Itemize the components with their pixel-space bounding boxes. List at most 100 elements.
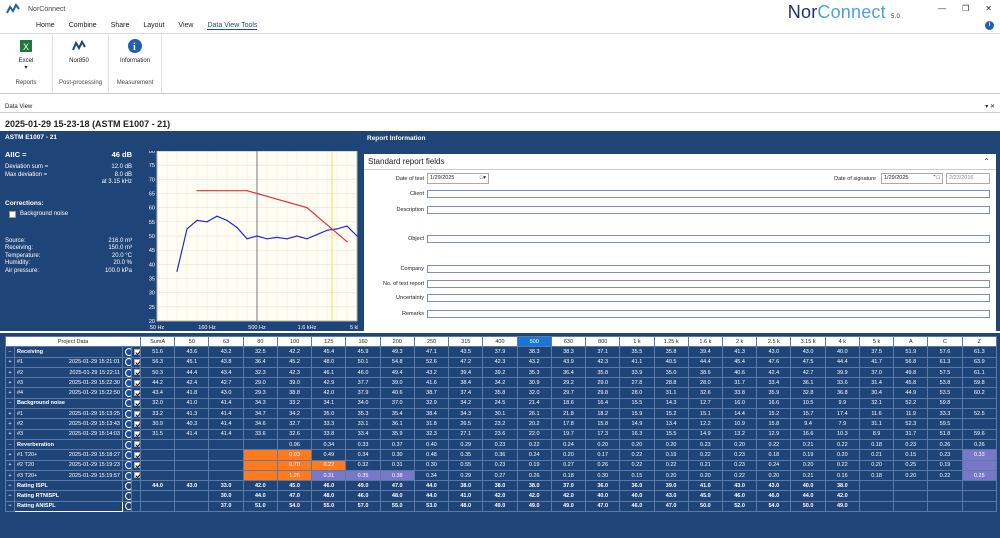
menu-share[interactable]: Share: [111, 22, 130, 29]
row-checkbox[interactable]: [130, 418, 142, 430]
column-header[interactable]: A: [893, 335, 929, 348]
table-row[interactable]: + #4 2025-01-29 15:22:50 43.4 41.8 43.0 29.3 38…: [5, 387, 998, 399]
panel-controls-icon[interactable]: ▾ ✕: [985, 103, 995, 110]
select-circle[interactable]: [122, 428, 132, 440]
expand-icon[interactable]: −: [5, 500, 15, 513]
select-circle[interactable]: [122, 397, 132, 410]
table-row[interactable]: + #3 2025-01-29 15:22:30 44.2 42.4 42.7 29.0 39…: [5, 377, 998, 389]
field-input[interactable]: [427, 310, 990, 318]
expand-icon[interactable]: +: [5, 469, 15, 482]
column-header[interactable]: 500: [516, 335, 552, 348]
table-row[interactable]: + #2 T20 2025-01-29 15:19:23 0.70 0.22 0.32 0.…: [5, 459, 998, 471]
field-input[interactable]: [427, 206, 990, 214]
date-second-field[interactable]: 2/23/2016: [946, 173, 990, 184]
row-checkbox[interactable]: [130, 449, 142, 461]
column-header[interactable]: 315: [448, 335, 484, 348]
information-button[interactable]: i Information: [115, 38, 155, 64]
row-checkbox[interactable]: [130, 377, 142, 389]
select-circle[interactable]: [122, 480, 132, 492]
menu-view[interactable]: View: [178, 22, 193, 29]
field-input[interactable]: [427, 280, 990, 288]
column-header[interactable]: 1 k: [619, 335, 655, 348]
column-header[interactable]: Project Data: [4, 335, 142, 348]
column-header[interactable]: 400: [482, 335, 518, 348]
column-header[interactable]: Z: [961, 335, 998, 348]
column-header[interactable]: 63: [208, 335, 244, 348]
column-header[interactable]: 160: [345, 335, 381, 348]
column-header[interactable]: 125: [311, 335, 347, 348]
column-header[interactable]: SumA: [140, 335, 176, 348]
column-header[interactable]: 630: [550, 335, 587, 348]
column-header[interactable]: 2 k: [721, 335, 758, 348]
column-header[interactable]: 2.5 k: [756, 335, 792, 348]
date-of-signature-picker[interactable]: 1/29/2025 ⌃□: [881, 173, 943, 184]
select-circle[interactable]: [122, 490, 132, 502]
checkbox-icon[interactable]: [9, 210, 16, 218]
row-checkbox[interactable]: [130, 387, 142, 399]
table-row[interactable]: + #2 2025-01-29 15:13:43 30.9 40.3 41.4 34.6 32…: [5, 418, 998, 430]
table-row[interactable]: − Receiving 51.6 43.6 43.2 32.5 42.2 45.4 45.9 49…: [5, 346, 998, 358]
table-row[interactable]: − Rating ISPL 44.0 43.0 33.0 42.0 45.0 46.0 49.0…: [5, 480, 998, 492]
table-row[interactable]: + #1 2025-01-29 15:13:25 33.2 41.3 41.4 34.7 34…: [5, 408, 998, 420]
field-input[interactable]: [427, 294, 990, 302]
row-checkbox[interactable]: [130, 356, 142, 368]
select-circle[interactable]: [122, 408, 132, 420]
expand-icon[interactable]: −: [5, 480, 15, 492]
field-input[interactable]: [427, 265, 990, 273]
collapse-icon[interactable]: −: [5, 397, 15, 410]
select-circle[interactable]: [122, 356, 132, 368]
row-checkbox[interactable]: [130, 490, 142, 502]
select-circle[interactable]: [122, 346, 132, 358]
column-header[interactable]: 100: [276, 335, 313, 348]
column-header[interactable]: 800: [585, 335, 621, 348]
table-row[interactable]: − Background noise 32.0 41.0 41.4 34.3 33.2 34.…: [5, 397, 998, 410]
table-row[interactable]: + #1 T20+ 2025-01-29 15:18:27 0.93 0.49 0.34 0…: [5, 449, 998, 461]
expand-icon[interactable]: +: [5, 449, 15, 461]
column-header[interactable]: 5 k: [858, 335, 895, 348]
minimize-icon[interactable]: —: [938, 4, 946, 13]
menu-home[interactable]: Home: [36, 22, 55, 29]
date-of-test-picker[interactable]: 1/29/2025 □▾: [427, 173, 489, 184]
column-header[interactable]: 80: [242, 335, 278, 348]
expand-icon[interactable]: +: [5, 356, 15, 368]
help-info-icon[interactable]: i: [985, 21, 994, 30]
expand-icon[interactable]: +: [5, 387, 15, 399]
excel-button[interactable]: X Excel ▾: [6, 38, 46, 71]
row-checkbox[interactable]: [130, 428, 142, 440]
menu-data-view-tools[interactable]: Data View Tools: [207, 22, 258, 30]
expand-icon[interactable]: +: [5, 408, 15, 420]
expand-icon[interactable]: +: [5, 459, 15, 471]
row-checkbox[interactable]: [130, 480, 142, 492]
column-header[interactable]: 200: [379, 335, 415, 348]
background-noise-checkbox[interactable]: Background noise: [9, 210, 132, 218]
row-checkbox[interactable]: [130, 397, 142, 410]
column-header[interactable]: 1.25 k: [653, 335, 689, 348]
column-header[interactable]: 3.15 k: [790, 335, 826, 348]
select-circle[interactable]: [122, 459, 132, 471]
select-circle[interactable]: [122, 438, 132, 451]
menu-combine[interactable]: Combine: [69, 22, 97, 29]
table-row[interactable]: + #2 2025-01-29 15:22:11 50.3 44.4 43.4 32.3 42…: [5, 366, 998, 379]
table-row[interactable]: − Rating RTNISPL 30.0 44.0 47.0 48.0 46.0 48.0 4…: [5, 490, 998, 502]
nor850-button[interactable]: Nor850: [59, 38, 99, 64]
select-circle[interactable]: [122, 500, 132, 513]
column-header[interactable]: 1.6 k: [687, 335, 724, 348]
select-circle[interactable]: [122, 449, 132, 461]
select-circle[interactable]: [122, 377, 132, 389]
section-header[interactable]: Standard report fields ⌃: [364, 154, 996, 170]
table-row[interactable]: + #3 T20+ 2025-01-29 15:19:57 1.26 0.31 0.35 0…: [5, 469, 998, 482]
select-circle[interactable]: [122, 418, 132, 430]
row-checkbox[interactable]: [130, 438, 142, 451]
column-header[interactable]: 250: [413, 335, 450, 348]
table-row[interactable]: − Rating ANISPL 37.0 51.0 54.0 55.0 57.0 55.0 53…: [5, 500, 998, 513]
expand-icon[interactable]: +: [5, 366, 15, 379]
row-checkbox[interactable]: [130, 459, 142, 471]
table-row[interactable]: + #1 2025-01-29 15:21:01 56.3 45.1 43.8 36.4 45…: [5, 356, 998, 368]
collapse-chevron-icon[interactable]: ⌃: [983, 157, 990, 166]
row-checkbox[interactable]: [130, 346, 142, 358]
expand-icon[interactable]: +: [5, 428, 15, 440]
field-input[interactable]: [427, 235, 990, 243]
column-header[interactable]: C: [927, 335, 963, 348]
column-header[interactable]: 50: [174, 335, 210, 348]
expand-icon[interactable]: +: [5, 377, 15, 389]
